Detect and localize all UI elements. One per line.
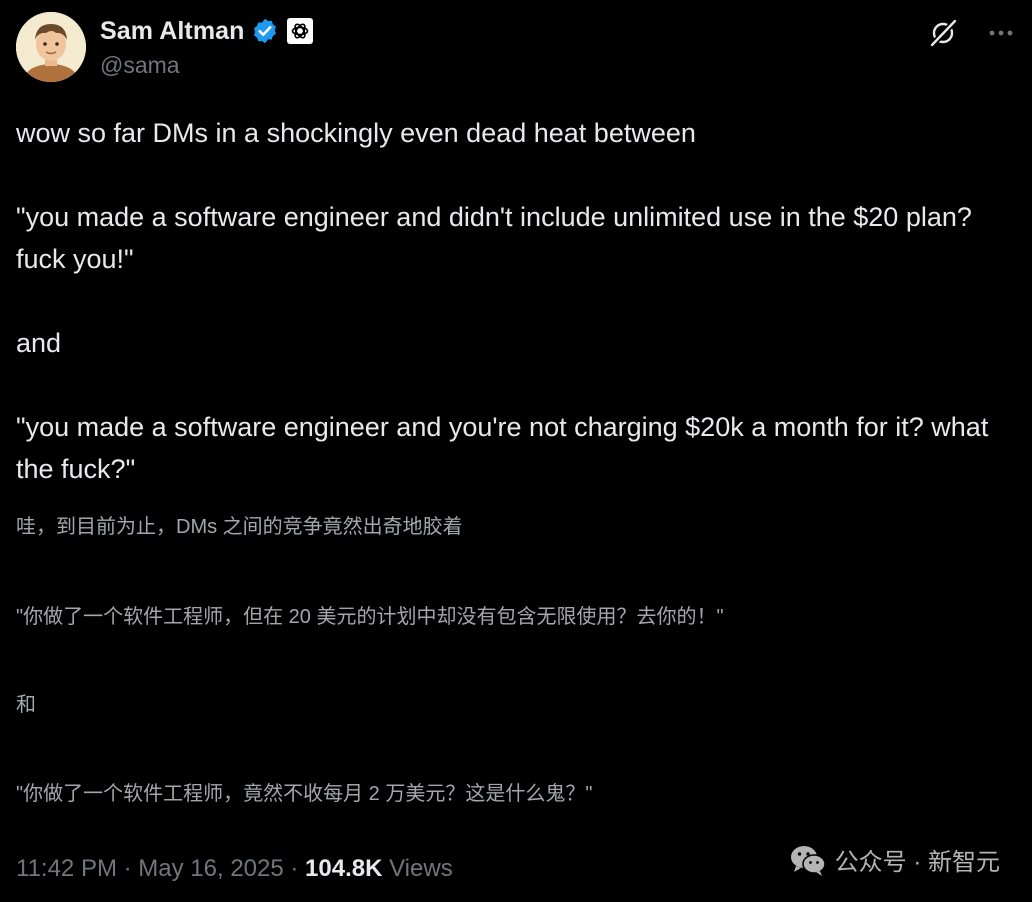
meta-separator: · — [283, 855, 306, 882]
translation-line-4: "你做了一个软件工程师，竟然不收每月 2 万美元？这是什么鬼？" — [16, 783, 593, 805]
handle[interactable]: @sama — [100, 52, 180, 79]
tweet-card: Sam Altman @sama wow so far DMs in a sho… — [0, 0, 1032, 902]
tweet-header: Sam Altman @sama — [16, 12, 1016, 82]
name-row: Sam Altman — [100, 16, 313, 46]
views-count[interactable]: 104.8K — [305, 855, 382, 882]
tweet-line-2: "you made a software engineer and didn't… — [16, 202, 972, 274]
verified-badge-icon — [251, 17, 279, 45]
watermark: 公众号 · 新智元 — [789, 842, 1000, 877]
grok-icon[interactable] — [928, 18, 958, 48]
tweet-meta: 11:42 PM · May 16, 2025 · 104.8K Views — [16, 855, 453, 883]
views-label: Views — [382, 855, 453, 882]
watermark-text: 公众号 · 新智元 — [834, 849, 1000, 876]
tweet-line-3: and — [16, 328, 62, 358]
avatar-illustration-icon — [16, 12, 86, 82]
tweet-date[interactable]: May 16, 2025 — [138, 855, 283, 882]
tweet-text: wow so far DMs in a shockingly even dead… — [16, 112, 1016, 490]
translation-line-1: 哇，到目前为止，DMs 之间的竞争竟然出奇地胶着 — [16, 516, 463, 538]
more-options-icon[interactable] — [986, 18, 1016, 48]
tweet-line-1: wow so far DMs in a shockingly even dead… — [16, 118, 696, 148]
wechat-icon — [790, 845, 826, 876]
avatar[interactable] — [16, 12, 86, 82]
tweet-line-4: "you made a software engineer and you're… — [16, 412, 989, 484]
display-name[interactable]: Sam Altman — [100, 17, 245, 46]
meta-separator: · — [116, 855, 139, 882]
translation-line-2: "你做了一个软件工程师，但在 20 美元的计划中却没有包含无限使用？去你的！" — [16, 606, 724, 628]
translation-line-3: 和 — [16, 694, 36, 716]
openai-logo-icon[interactable] — [286, 18, 313, 44]
tweet-time[interactable]: 11:42 PM — [16, 855, 117, 882]
